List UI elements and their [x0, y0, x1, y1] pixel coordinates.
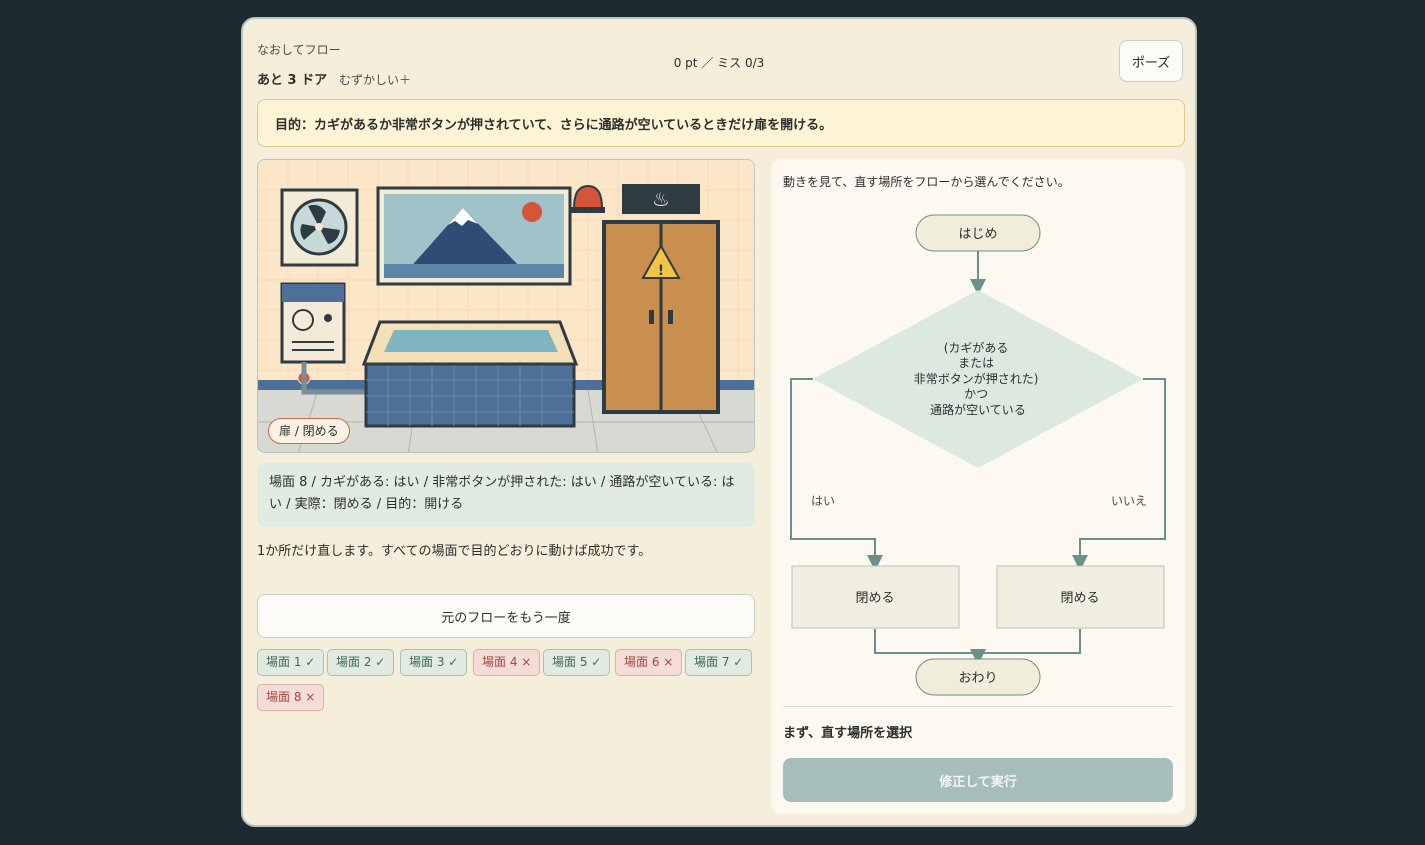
remaining-doors: あと 3 ドア: [257, 69, 327, 88]
fix-and-run-button[interactable]: 修正して実行: [783, 758, 1173, 802]
condition-line: または: [958, 356, 994, 370]
end-label: おわり: [958, 671, 997, 686]
scene-result-chip[interactable]: 場面 1 ✓: [257, 649, 325, 676]
bathhouse-scene: ♨ ! 扉 / 閉める: [257, 159, 755, 453]
divider: [783, 706, 1173, 707]
flowchart-panel: 動きを見て、直す場所をフローから選んでください。 はじめ (カギがある または …: [771, 159, 1185, 814]
scene-result-chip[interactable]: 場面 2 ✓: [327, 649, 395, 676]
condition-line: 通路が空いている: [930, 402, 1026, 417]
condition-line: (カギがある: [944, 340, 1009, 355]
door-icon: !: [602, 220, 720, 414]
condition-line: 非常ボタンが押された): [914, 371, 1039, 386]
mountain-painting-icon: [376, 186, 572, 286]
yes-branch-label: はい: [811, 494, 835, 508]
flow-node-yes-action[interactable]: 閉める: [791, 565, 960, 629]
scene-illustration: ♨ !: [258, 160, 754, 452]
flowchart: はじめ (カギがある または 非常ボタンが押された) かつ 通路が空いている は…: [790, 214, 1166, 696]
scene-info: 場面 8 / カギがある: はい / 非常ボタンが押された: はい / 通路が空…: [257, 463, 755, 527]
scene-result-chip[interactable]: 場面 6 ×: [615, 649, 683, 676]
svg-text:♨: ♨: [652, 187, 670, 211]
scene-result-chip[interactable]: 場面 3 ✓: [400, 649, 468, 676]
yes-action-label: 閉める: [855, 591, 894, 606]
door-state-badge: 扉 / 閉める: [268, 418, 350, 444]
vent-fan-icon: [280, 188, 359, 267]
scene-result-chip[interactable]: 場面 5 ✓: [543, 649, 611, 676]
remaining-label: あと 3 ドア: [257, 73, 328, 88]
pause-button[interactable]: ポーズ: [1119, 40, 1183, 82]
scene-result-chip[interactable]: 場面 7 ✓: [685, 649, 753, 676]
hot-spring-sign-icon: ♨: [622, 184, 700, 214]
flow-node-condition[interactable]: (カギがある または 非常ボタンが押された) かつ 通路が空いている: [813, 290, 1143, 468]
goal-banner: 目的：カギがあるか非常ボタンが押されていて、さらに通路が空いているときだけ扉を開…: [257, 99, 1185, 147]
instruction-text: 1か所だけ直します。すべての場面で目的どおりに動けば成功です。: [257, 544, 652, 559]
replay-flow-button[interactable]: 元のフローをもう一度: [257, 594, 755, 638]
flow-node-no-action[interactable]: 閉める: [996, 565, 1165, 629]
start-label: はじめ: [958, 227, 997, 242]
scene-result-chip[interactable]: 場面 8 ×: [257, 684, 325, 711]
no-action-label: 閉める: [1060, 591, 1099, 606]
score-display: 0 pt ／ ミス 0/3: [673, 56, 765, 70]
condition-line: かつ: [964, 387, 988, 401]
scene-result-chip[interactable]: 場面 4 ×: [473, 649, 541, 676]
selection-status: まず、直す場所を選択: [783, 726, 913, 741]
bathtub-icon: [361, 320, 579, 428]
flow-node-end[interactable]: おわり: [915, 658, 1041, 696]
game-panel: なおしてフロー あと 3 ドア むずかしい＋ 0 pt ／ ミス 0/3 ポーズ…: [241, 17, 1197, 827]
no-branch-label: いいえ: [1111, 494, 1147, 508]
difficulty-label: むずかしい＋: [339, 73, 412, 87]
flow-node-start[interactable]: はじめ: [915, 214, 1041, 252]
svg-text:!: !: [658, 263, 664, 279]
